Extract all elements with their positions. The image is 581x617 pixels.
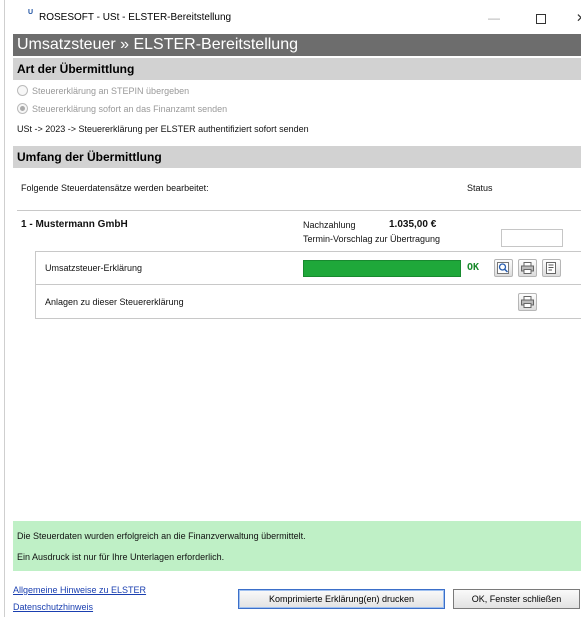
payment-label: Nachzahlung	[303, 220, 356, 230]
status-message: Die Steuerdaten wurden erfolgreich an di…	[17, 531, 306, 541]
app-logo: U	[28, 9, 34, 16]
privacy-link[interactable]: Datenschutzhinweis	[13, 602, 93, 612]
details-icon	[546, 262, 556, 274]
preview-icon	[497, 262, 509, 274]
section-transmission-type: Art der Übermittlung	[13, 58, 581, 80]
ok-close-button[interactable]: OK, Fenster schließen	[453, 589, 580, 609]
radio-label: Steuererklärung an STEPIN übergeben	[32, 86, 190, 96]
radio-selected-icon	[17, 103, 28, 114]
radio-label: Steuererklärung sofort an das Finanzamt …	[32, 104, 228, 114]
window-title: ROSESOFT - USt - ELSTER-Bereitstellung	[39, 12, 232, 23]
divider	[35, 284, 581, 285]
divider	[17, 210, 581, 211]
company-name: 1 - Mustermann GmbH	[21, 219, 128, 230]
dialog-window: U ROSESOFT - USt - ELSTER-Bereitstellung…	[4, 0, 581, 617]
row-label-vat-return: Umsatzsteuer-Erklärung	[45, 263, 143, 273]
radio-icon	[17, 85, 28, 96]
print-compressed-button[interactable]: Komprimierte Erklärung(en) drucken	[238, 589, 445, 609]
preview-button[interactable]	[494, 259, 513, 277]
divider	[35, 251, 581, 252]
payment-amount: 1.035,00 €	[389, 219, 437, 230]
transmission-path: USt -> 2023 -> Steuererklärung per ELSTE…	[17, 124, 309, 134]
date-suggestion-input[interactable]	[501, 229, 563, 247]
page-header: Umsatzsteuer » ELSTER-Bereitstellung	[13, 34, 581, 56]
row-label-attachments: Anlagen zu dieser Steuererklärung	[45, 297, 184, 307]
radio-option-stepin[interactable]: Steuererklärung an STEPIN übergeben	[17, 85, 189, 99]
progress-bar	[303, 260, 461, 277]
details-button[interactable]	[542, 259, 561, 277]
records-intro: Folgende Steuerdatensätze werden bearbei…	[21, 183, 209, 193]
print-icon	[521, 296, 534, 308]
close-window-button[interactable]: ✕	[566, 8, 581, 28]
status-ok: OK	[467, 262, 480, 273]
status-message-panel: Die Steuerdaten wurden erfolgreich an di…	[13, 521, 581, 571]
section-scope: Umfang der Übermittlung	[13, 146, 581, 168]
page-title: Umsatzsteuer » ELSTER-Bereitstellung	[17, 36, 298, 53]
print-button[interactable]	[518, 259, 537, 277]
radio-option-send-now[interactable]: Steuererklärung sofort an das Finanzamt …	[17, 103, 227, 117]
section-title: Art der Übermittlung	[17, 62, 135, 76]
status-header: Status	[467, 183, 493, 193]
date-suggestion-label: Termin-Vorschlag zur Übertragung	[303, 234, 441, 244]
print-icon	[521, 262, 534, 274]
print-attachments-button[interactable]	[518, 293, 537, 311]
elster-info-link[interactable]: Allgemeine Hinweise zu ELSTER	[13, 585, 146, 595]
title-bar: U ROSESOFT - USt - ELSTER-Bereitstellung…	[5, 0, 581, 34]
section-title: Umfang der Übermittlung	[17, 150, 162, 164]
maximize-icon	[536, 13, 546, 24]
maximize-button[interactable]	[526, 8, 556, 28]
divider	[35, 318, 581, 319]
minimize-button[interactable]: —	[479, 8, 509, 28]
print-hint: Ein Ausdruck ist nur für Ihre Unterlagen…	[17, 552, 225, 562]
